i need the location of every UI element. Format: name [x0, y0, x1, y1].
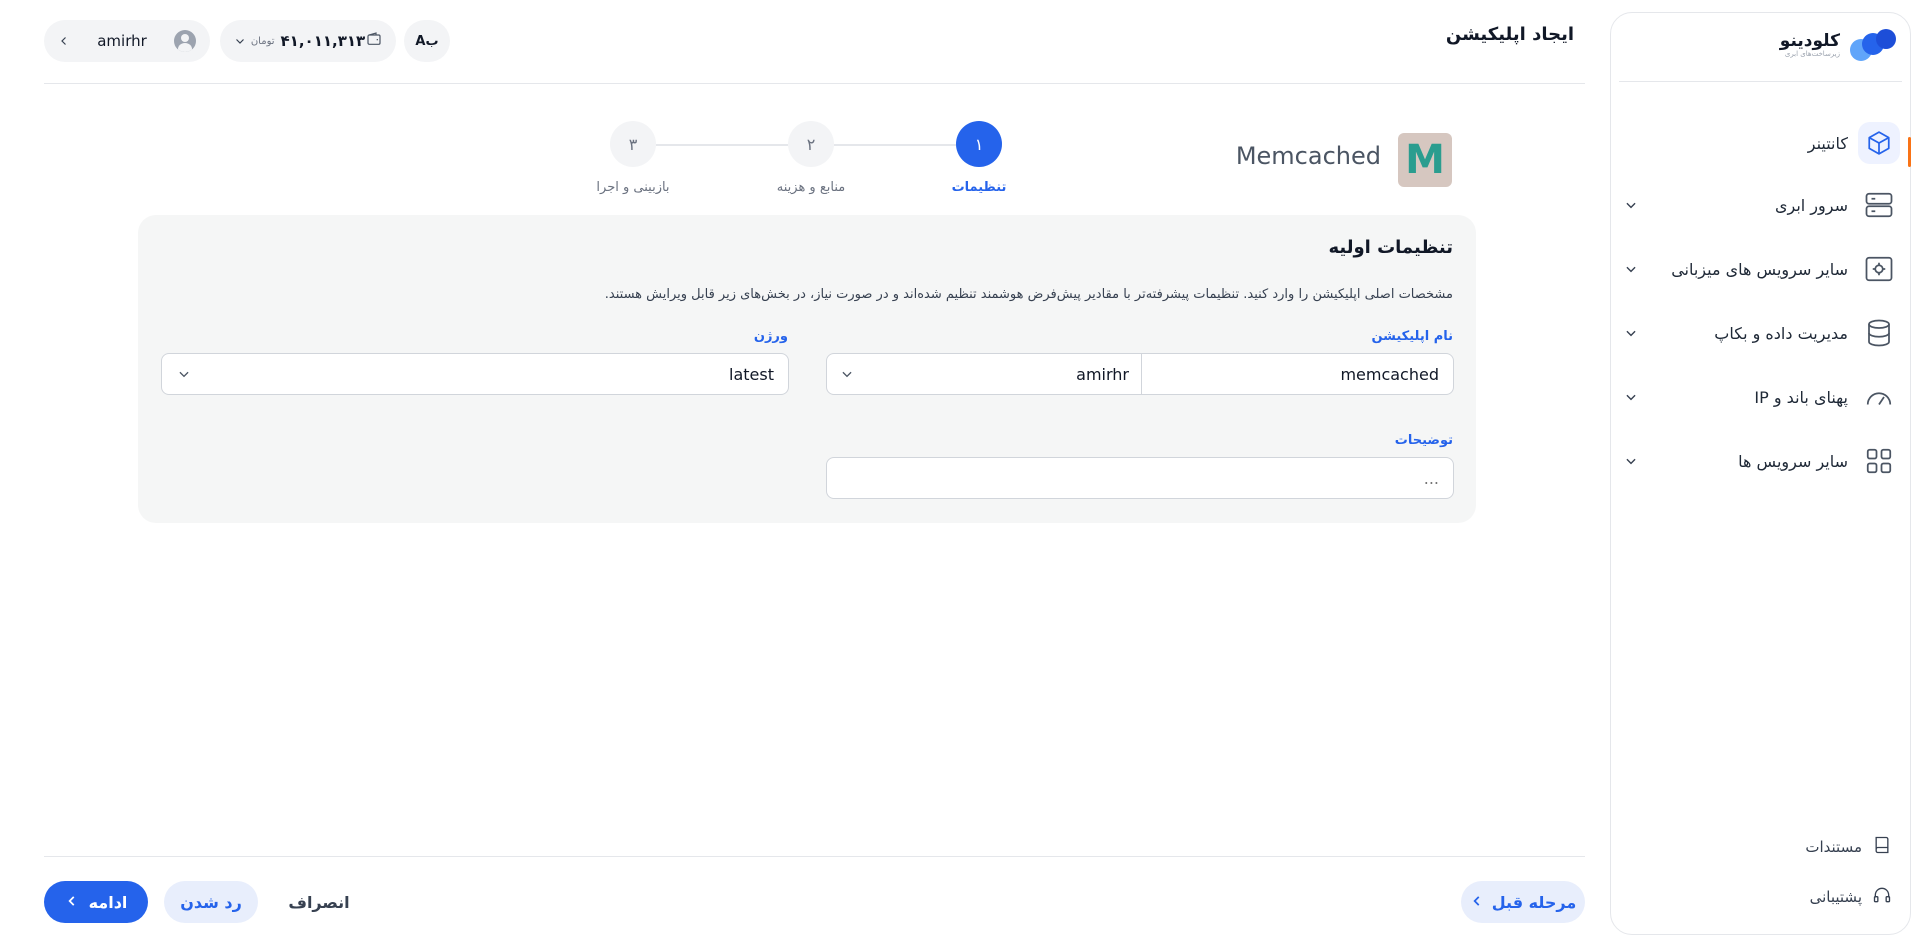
- cancel-button[interactable]: انصراف: [274, 881, 364, 923]
- chevron-down-icon: [234, 32, 246, 51]
- sidebar-support-link[interactable]: پشتیبانی: [1810, 885, 1892, 909]
- step-2-label: منابع و هزینه: [776, 180, 846, 195]
- wallet-amount: ۴۱,۰۱۱,۳۱۳: [280, 32, 366, 50]
- card-description: مشخصات اصلی اپلیکیشن را وارد کنید. تنظیم…: [604, 287, 1453, 302]
- chevron-left-icon: [65, 893, 79, 912]
- sidebar-item-container[interactable]: کانتینر: [1621, 121, 1900, 165]
- previous-step-button[interactable]: مرحله قبل: [1461, 881, 1585, 923]
- sidebar-item-label: سایر سرویس های میزبانی: [1671, 259, 1848, 279]
- app-name-label: نام اپلیکیشن: [1371, 329, 1453, 344]
- brand-tagline: زیرساخت‌های ابری: [1784, 49, 1840, 58]
- chevron-down-icon[interactable]: [1621, 387, 1641, 407]
- sidebar-item-label: مدیریت داده و بکاپ: [1714, 323, 1848, 343]
- sidebar-item-label: پهنای باند و IP: [1754, 387, 1848, 407]
- chevron-down-icon: [839, 366, 855, 382]
- brand-logo-icon: [1848, 29, 1896, 61]
- currency-unit: تومان: [250, 35, 275, 47]
- chevron-down-icon: [176, 366, 192, 382]
- continue-label: ادامه: [88, 892, 128, 912]
- footer-divider: [44, 856, 1585, 857]
- sidebar-item-cloud-server[interactable]: سرور ابری: [1621, 183, 1900, 227]
- app-name: Memcached: [1235, 142, 1381, 170]
- language-toggle[interactable]: Aب: [404, 20, 450, 62]
- sidebar-divider: [1619, 81, 1902, 82]
- description-input[interactable]: [826, 457, 1454, 499]
- language-icon: Aب: [415, 33, 439, 49]
- sidebar: کلودینو زیرساخت‌های ابری کانتینر: [1610, 12, 1911, 935]
- speedometer-icon: [1858, 376, 1900, 418]
- chevron-down-icon[interactable]: [1621, 451, 1641, 471]
- chevron-left-icon: [58, 32, 70, 51]
- previous-step-label: مرحله قبل: [1491, 892, 1577, 912]
- header-divider: [44, 83, 1585, 84]
- sidebar-item-label: سرور ابری: [1774, 195, 1848, 215]
- brand-logo[interactable]: کلودینو زیرساخت‌های ابری: [1780, 29, 1896, 61]
- card-title: تنظیمات اولیه: [1328, 237, 1453, 258]
- hosting-gear-icon: [1858, 248, 1900, 290]
- version-select[interactable]: latest: [161, 353, 789, 395]
- continue-button[interactable]: ادامه: [44, 881, 148, 923]
- sidebar-item-label: کانتینر: [1807, 133, 1848, 153]
- step-1-label: تنظیمات: [951, 180, 1007, 195]
- stepper-line: [656, 144, 788, 146]
- step-1[interactable]: ۱: [956, 121, 1002, 167]
- database-icon: [1858, 312, 1900, 354]
- chevron-down-icon[interactable]: [1621, 259, 1641, 279]
- chevron-down-icon[interactable]: [1621, 195, 1641, 215]
- step-3-label: بازبینی و اجرا: [596, 180, 670, 195]
- user-menu[interactable]: amirhr: [44, 20, 210, 62]
- app-root: کلودینو زیرساخت‌های ابری کانتینر: [0, 0, 1919, 941]
- step-2[interactable]: ۲: [788, 121, 834, 167]
- skip-button[interactable]: رد شدن: [164, 881, 258, 923]
- page-title: ایجاد اپلیکیشن: [1445, 24, 1574, 45]
- stepper-line: [834, 144, 956, 146]
- support-label: پشتیبانی: [1809, 888, 1862, 906]
- wallet-balance[interactable]: تومان ۴۱,۰۱۱,۳۱۳: [220, 20, 396, 62]
- headset-icon: [1872, 885, 1892, 909]
- namespace-select[interactable]: amirhr: [827, 354, 1141, 394]
- sidebar-item-other-services[interactable]: سایر سرویس ها: [1621, 439, 1900, 483]
- chevron-left-icon: [1470, 893, 1484, 912]
- chevron-down-icon[interactable]: [1621, 323, 1641, 343]
- sidebar-item-bandwidth-ip[interactable]: پهنای باند و IP: [1621, 375, 1900, 419]
- sidebar-docs-link[interactable]: مستندات: [1805, 835, 1892, 859]
- app-name-input[interactable]: [1143, 354, 1451, 394]
- active-indicator: [1908, 137, 1911, 167]
- brand-name: کلودینو: [1779, 30, 1840, 51]
- username: amirhr: [97, 32, 147, 50]
- settings-card: تنظیمات اولیه مشخصات اصلی اپلیکیشن را وا…: [138, 215, 1476, 523]
- app-name-field-group: amirhr: [826, 353, 1454, 395]
- memcached-logo-letter: M: [1405, 137, 1445, 183]
- memcached-logo: M: [1398, 133, 1452, 187]
- grid-apps-icon: [1858, 440, 1900, 482]
- description-label: توضیحات: [1394, 433, 1453, 448]
- sidebar-item-label: سایر سرویس ها: [1738, 451, 1848, 471]
- namespace-value: amirhr: [1076, 364, 1129, 384]
- version-value: latest: [729, 364, 774, 384]
- version-label: ورژن: [753, 329, 788, 344]
- step-3[interactable]: ۳: [610, 121, 656, 167]
- book-icon: [1872, 835, 1892, 859]
- container-box-icon: [1858, 122, 1900, 164]
- wallet-icon: [366, 31, 382, 51]
- sidebar-item-data-backup[interactable]: مدیریت داده و بکاپ: [1621, 311, 1900, 355]
- server-icon: [1858, 184, 1900, 226]
- docs-label: مستندات: [1805, 838, 1862, 856]
- sidebar-item-hosting-services[interactable]: سایر سرویس های میزبانی: [1621, 247, 1900, 291]
- avatar: [174, 30, 196, 52]
